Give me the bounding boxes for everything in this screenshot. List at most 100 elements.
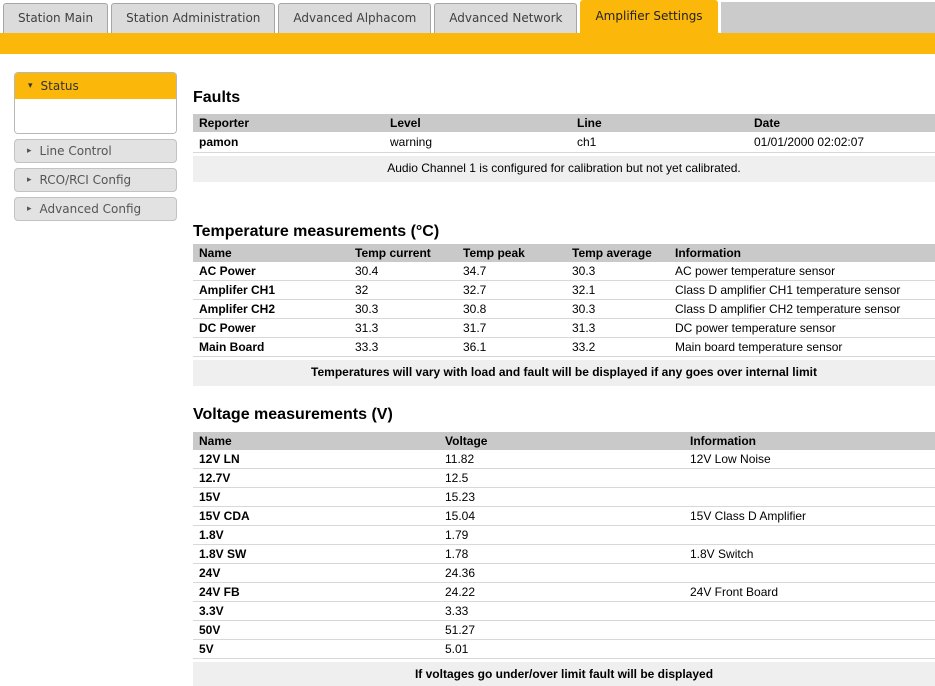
temp-peak: 31.7 <box>457 319 566 337</box>
voltage-info: 1.8V Switch <box>684 545 935 563</box>
column-header-date: Date <box>748 114 935 132</box>
sidebar-item-advanced-config[interactable]: ▸ Advanced Config <box>14 197 177 221</box>
status-panel-body <box>15 99 176 133</box>
temperature-heading: Temperature measurements (°C) <box>193 223 935 241</box>
voltage-value: 12.5 <box>439 469 684 487</box>
table-row: 5V 5.01 <box>193 640 935 659</box>
temp-name: Amplifer CH2 <box>193 300 349 318</box>
tab-advanced-network[interactable]: Advanced Network <box>434 3 577 33</box>
voltage-table-header-row: Name Voltage Information <box>193 432 935 450</box>
temp-peak: 34.7 <box>457 262 566 280</box>
column-header-information: Information <box>669 244 935 262</box>
tab-station-administration[interactable]: Station Administration <box>111 3 275 33</box>
voltage-value: 15.23 <box>439 488 684 506</box>
voltage-value: 24.36 <box>439 564 684 582</box>
table-row: AC Power 30.4 34.7 30.3 AC power tempera… <box>193 262 935 281</box>
table-row: 15V CDA 15.04 15V Class D Amplifier <box>193 507 935 526</box>
table-row: 24V FB 24.22 24V Front Board <box>193 583 935 602</box>
voltage-info <box>684 564 935 582</box>
column-header-information: Information <box>684 432 935 450</box>
temp-average: 33.2 <box>566 338 669 356</box>
column-header-temp-current: Temp current <box>349 244 457 262</box>
voltage-name: 3.3V <box>193 602 439 620</box>
temp-info: Main board temperature sensor <box>669 338 935 356</box>
voltage-info <box>684 602 935 620</box>
column-header-temp-peak: Temp peak <box>457 244 566 262</box>
column-header-reporter: Reporter <box>193 114 384 132</box>
voltage-info: 12V Low Noise <box>684 450 935 468</box>
status-panel: ▾ Status <box>14 72 177 134</box>
temp-current: 30.4 <box>349 262 457 280</box>
tab-advanced-alphacom[interactable]: Advanced Alphacom <box>278 3 431 33</box>
voltage-info <box>684 488 935 506</box>
temp-name: Main Board <box>193 338 349 356</box>
voltage-info <box>684 526 935 544</box>
table-row: 1.8V 1.79 <box>193 526 935 545</box>
voltage-note: If voltages go under/over limit fault wi… <box>193 662 935 686</box>
voltage-name: 12.7V <box>193 469 439 487</box>
sidebar-item-label: RCO/RCI Config <box>40 173 132 187</box>
accent-bar <box>0 33 935 54</box>
voltage-value: 1.79 <box>439 526 684 544</box>
table-row: 50V 51.27 <box>193 621 935 640</box>
voltage-value: 24.22 <box>439 583 684 601</box>
voltage-name: 1.8V <box>193 526 439 544</box>
sidebar: ▾ Status ▸ Line Control ▸ RCO/RCI Config… <box>14 72 177 221</box>
temp-peak: 36.1 <box>457 338 566 356</box>
temp-peak: 32.7 <box>457 281 566 299</box>
voltage-info <box>684 469 935 487</box>
sidebar-item-rco-rci-config[interactable]: ▸ RCO/RCI Config <box>14 168 177 192</box>
voltage-name: 15V CDA <box>193 507 439 525</box>
sidebar-item-status[interactable]: ▾ Status <box>15 73 176 99</box>
table-row: Amplifer CH1 32 32.7 32.1 Class D amplif… <box>193 281 935 300</box>
voltage-info <box>684 621 935 639</box>
temp-average: 30.3 <box>566 300 669 318</box>
temp-current: 32 <box>349 281 457 299</box>
temp-average: 31.3 <box>566 319 669 337</box>
triangle-right-icon: ▸ <box>27 176 32 185</box>
tab-station-main[interactable]: Station Main <box>3 3 108 33</box>
tab-bar: Station Main Station Administration Adva… <box>0 0 935 33</box>
voltage-table: Name Voltage Information 12V LN 11.82 12… <box>193 432 935 686</box>
content-layout: ▾ Status ▸ Line Control ▸ RCO/RCI Config… <box>0 54 935 686</box>
temp-info: Class D amplifier CH2 temperature sensor <box>669 300 935 318</box>
voltage-name: 50V <box>193 621 439 639</box>
table-row: 12V LN 11.82 12V Low Noise <box>193 450 935 469</box>
voltage-value: 51.27 <box>439 621 684 639</box>
column-header-name: Name <box>193 432 439 450</box>
temperature-table-header-row: Name Temp current Temp peak Temp average… <box>193 244 935 262</box>
voltage-info: 15V Class D Amplifier <box>684 507 935 525</box>
voltage-name: 1.8V SW <box>193 545 439 563</box>
faults-table-header-row: Reporter Level Line Date <box>193 114 935 132</box>
table-row: Main Board 33.3 36.1 33.2 Main board tem… <box>193 338 935 357</box>
voltage-value: 1.78 <box>439 545 684 563</box>
sidebar-item-line-control[interactable]: ▸ Line Control <box>14 139 177 163</box>
faults-table: Reporter Level Line Date pamon warning c… <box>193 114 935 182</box>
voltage-name: 24V <box>193 564 439 582</box>
table-row: 15V 15.23 <box>193 488 935 507</box>
voltage-name: 5V <box>193 640 439 658</box>
table-row: 24V 24.36 <box>193 564 935 583</box>
column-header-name: Name <box>193 244 349 262</box>
temp-average: 32.1 <box>566 281 669 299</box>
voltage-info: 24V Front Board <box>684 583 935 601</box>
fault-line: ch1 <box>571 132 748 152</box>
sidebar-item-label: Line Control <box>40 144 112 158</box>
table-row: 3.3V 3.33 <box>193 602 935 621</box>
voltage-name: 15V <box>193 488 439 506</box>
tab-amplifier-settings[interactable]: Amplifier Settings <box>580 0 717 33</box>
temp-current: 33.3 <box>349 338 457 356</box>
temp-name: AC Power <box>193 262 349 280</box>
column-header-temp-average: Temp average <box>566 244 669 262</box>
sidebar-item-label: Status <box>41 79 79 93</box>
temperature-note: Temperatures will vary with load and fau… <box>193 360 935 386</box>
table-row: 12.7V 12.5 <box>193 469 935 488</box>
table-row: Amplifer CH2 30.3 30.8 30.3 Class D ampl… <box>193 300 935 319</box>
temp-current: 31.3 <box>349 319 457 337</box>
temperature-table: Name Temp current Temp peak Temp average… <box>193 244 935 386</box>
table-row: DC Power 31.3 31.7 31.3 DC power tempera… <box>193 319 935 338</box>
triangle-right-icon: ▸ <box>27 147 32 156</box>
voltage-value: 11.82 <box>439 450 684 468</box>
voltage-value: 5.01 <box>439 640 684 658</box>
column-header-level: Level <box>384 114 571 132</box>
